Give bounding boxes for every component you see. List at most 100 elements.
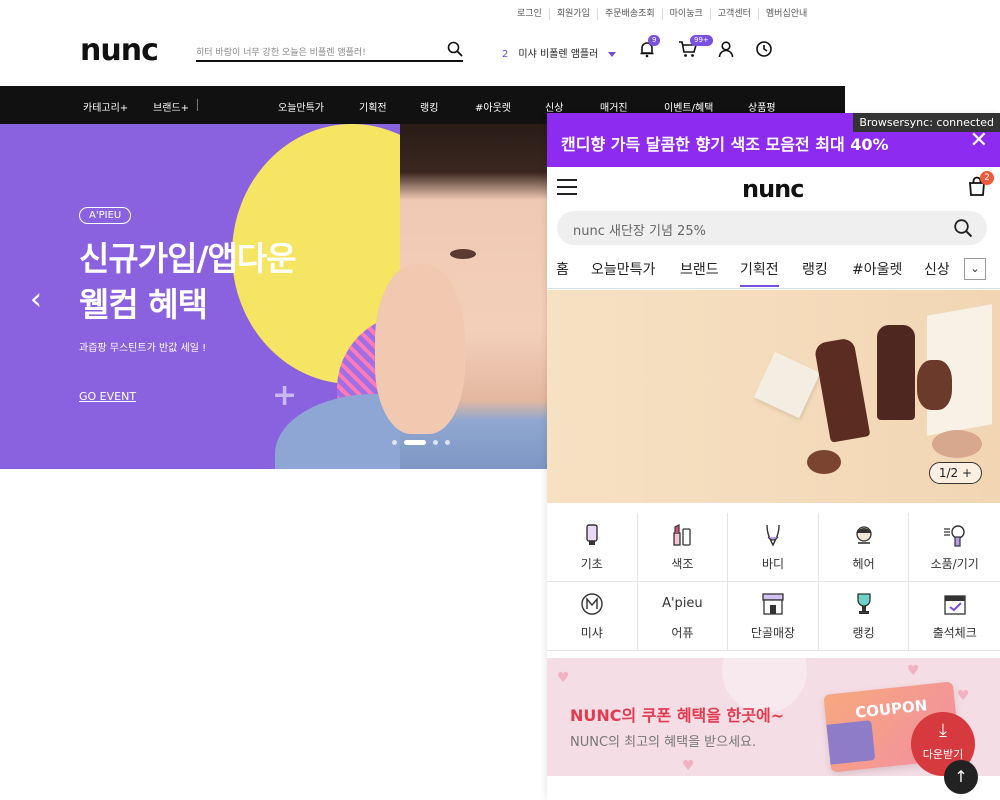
category-label: 단골매장 — [750, 626, 796, 640]
category-ranking[interactable]: 랭킹 — [818, 582, 910, 651]
hero-title-line2: 웰컴 혜택 — [79, 285, 208, 324]
clock-icon — [756, 41, 772, 57]
mobile-search-input[interactable]: nunc 새단장 기념 25% — [573, 220, 706, 239]
tab-exhibition[interactable]: 기획전 — [740, 259, 779, 287]
chevron-down-icon[interactable]: ⌄ — [964, 258, 986, 280]
category-label: 헤어 — [852, 557, 875, 571]
tab-new[interactable]: 신상 — [924, 259, 950, 279]
download-icon: ⤓ — [939, 720, 947, 741]
category-label: 출석체크 — [932, 626, 977, 640]
search-icon[interactable] — [953, 218, 973, 238]
cart-button[interactable]: 99+ — [678, 35, 713, 60]
carousel-dots — [392, 440, 450, 445]
recent-view-button[interactable] — [755, 40, 775, 60]
ranking-number: 2 — [502, 49, 509, 60]
ranking-keyword: 미샤 비폴렌 앰플러 — [518, 49, 599, 60]
mobile-logo[interactable]: nunc — [742, 175, 804, 203]
tube-icon — [586, 524, 598, 545]
tab-home[interactable]: 홈 — [556, 259, 569, 279]
hamburger-menu-icon[interactable] — [557, 179, 577, 200]
search-icon[interactable] — [447, 41, 463, 57]
promo-bear-figure — [917, 360, 952, 410]
category-label: 미샤 — [580, 626, 603, 640]
carousel-dot-active[interactable] — [404, 440, 426, 445]
category-apieu[interactable]: A'pieu 어퓨 — [637, 582, 729, 651]
order-tracking-link[interactable]: 주문배송조회 — [596, 8, 662, 20]
heart-icon: ♥ — [957, 688, 970, 704]
nav-item-new[interactable]: 신상 — [545, 99, 563, 114]
mobile-search-bar[interactable]: nunc 새단장 기념 25% — [557, 211, 987, 245]
carousel-dot[interactable] — [445, 440, 450, 445]
hair-icon — [855, 526, 872, 544]
tab-today-deal[interactable]: 오늘만특가 — [591, 259, 655, 279]
signup-link[interactable]: 회원가입 — [548, 8, 597, 20]
tab-brand[interactable]: 브랜드 — [680, 259, 719, 279]
category-grid: 기초 색조 바디 헤어 소품/기기 미샤 A'pieu 어퓨 단골매장 랭킹 출… — [547, 513, 1000, 651]
nav-item-magazine[interactable]: 매거진 — [600, 99, 628, 114]
search-input[interactable]: 히터 바람이 너무 강한 오늘은 비플렌 앰플러! — [196, 45, 366, 58]
hero-subtitle: 과즙팡 무스틴트가 반값 세일 ! — [79, 343, 207, 354]
mypage-button[interactable] — [717, 40, 737, 60]
cart-badge: 99+ — [690, 35, 713, 46]
promo-bear-figure — [807, 450, 841, 474]
hero-title: 신규가입/앱다운 웰컴 혜택 — [79, 236, 297, 328]
login-link[interactable]: 로그인 — [510, 8, 549, 20]
search-bar[interactable]: 히터 바람이 너무 강한 오늘은 비플렌 앰플러! — [196, 40, 463, 62]
mobile-promo-banner[interactable]: 1/2 + — [547, 290, 1000, 503]
notification-badge: 9 — [648, 35, 661, 46]
nav-item-events[interactable]: 이벤트/혜택 — [664, 99, 713, 114]
category-label: 랭킹 — [852, 626, 875, 640]
nav-item-ranking[interactable]: 랭킹 — [420, 99, 438, 114]
category-body[interactable]: 바디 — [728, 513, 819, 582]
coupon-card-text: COUPON — [854, 696, 929, 722]
store-icon — [762, 593, 784, 615]
carousel-dot[interactable] — [433, 440, 438, 445]
heart-icon: ♥ — [557, 670, 570, 686]
notification-button[interactable]: 9 — [638, 35, 661, 60]
category-accessories[interactable]: 소품/기기 — [909, 513, 1000, 582]
chevron-down-icon[interactable] — [608, 51, 617, 57]
category-label: 바디 — [761, 557, 785, 571]
nav-brand[interactable]: 브랜드+ — [153, 99, 189, 114]
category-makeup[interactable]: 색조 — [637, 513, 729, 582]
chevron-left-icon[interactable]: ‹ — [30, 282, 42, 317]
tab-ranking[interactable]: 랭킹 — [802, 259, 828, 279]
scroll-top-button[interactable]: ↑ — [944, 760, 978, 794]
category-label: 소품/기기 — [930, 557, 979, 571]
carousel-dot[interactable] — [392, 440, 397, 445]
realtime-ranking[interactable]: 2 미샤 비폴렌 앰플러 — [502, 45, 617, 60]
membership-link[interactable]: 멤버십안내 — [757, 8, 814, 20]
trophy-icon — [856, 593, 871, 614]
category-hair[interactable]: 헤어 — [818, 513, 910, 582]
category-favorite-store[interactable]: 단골매장 — [728, 582, 819, 651]
site-logo[interactable]: nunc — [80, 33, 159, 68]
customer-center-link[interactable]: 고객센터 — [709, 8, 758, 20]
mobile-cart-badge: 2 — [980, 171, 994, 185]
nav-item-exhibition[interactable]: 기획전 — [359, 99, 387, 114]
mobile-view: 캔디향 가득 달콤한 향기 색조 모음전 최대 40% ✕ Browsersyn… — [547, 113, 1000, 800]
nav-item-outlet[interactable]: #아웃렛 — [475, 99, 511, 114]
mobile-top-banner[interactable]: 캔디향 가득 달콤한 향기 색조 모음전 최대 40% ✕ Browsersyn… — [547, 113, 1000, 167]
nav-item-today-deal[interactable]: 오늘만특가 — [278, 99, 324, 114]
nav-category[interactable]: 카테고리+ — [83, 99, 128, 114]
category-attendance[interactable]: 출석체크 — [909, 582, 1000, 651]
promo-product-tube — [877, 325, 915, 420]
promo-product-tube — [813, 337, 871, 443]
hero-banner[interactable]: A'PIEU 신규가입/앱다운 웰컴 혜택 과즙팡 무스틴트가 반값 세일 ! … — [0, 124, 548, 469]
my-nunc-link[interactable]: 마이눙크 — [661, 8, 710, 20]
calendar-check-icon — [944, 595, 966, 615]
nav-item-reviews[interactable]: 상품평 — [748, 99, 776, 114]
lipstick-icon — [673, 524, 692, 546]
coupon-subtitle: NUNC의 최고의 혜택을 받으세요. — [570, 735, 757, 750]
category-missha[interactable]: 미샤 — [547, 582, 638, 651]
category-label: 기초 — [580, 557, 603, 571]
heart-icon: ♥ — [907, 663, 920, 679]
category-label: 색조 — [671, 557, 694, 571]
hero-model-hand — [375, 264, 465, 434]
heart-icon: ♥ — [682, 758, 695, 774]
go-event-link[interactable]: GO EVENT — [79, 390, 136, 403]
tab-outlet[interactable]: #아울렛 — [852, 259, 902, 279]
promo-pager[interactable]: 1/2 + — [928, 462, 982, 484]
missha-logo-icon — [581, 593, 603, 615]
category-basic[interactable]: 기초 — [547, 513, 638, 582]
